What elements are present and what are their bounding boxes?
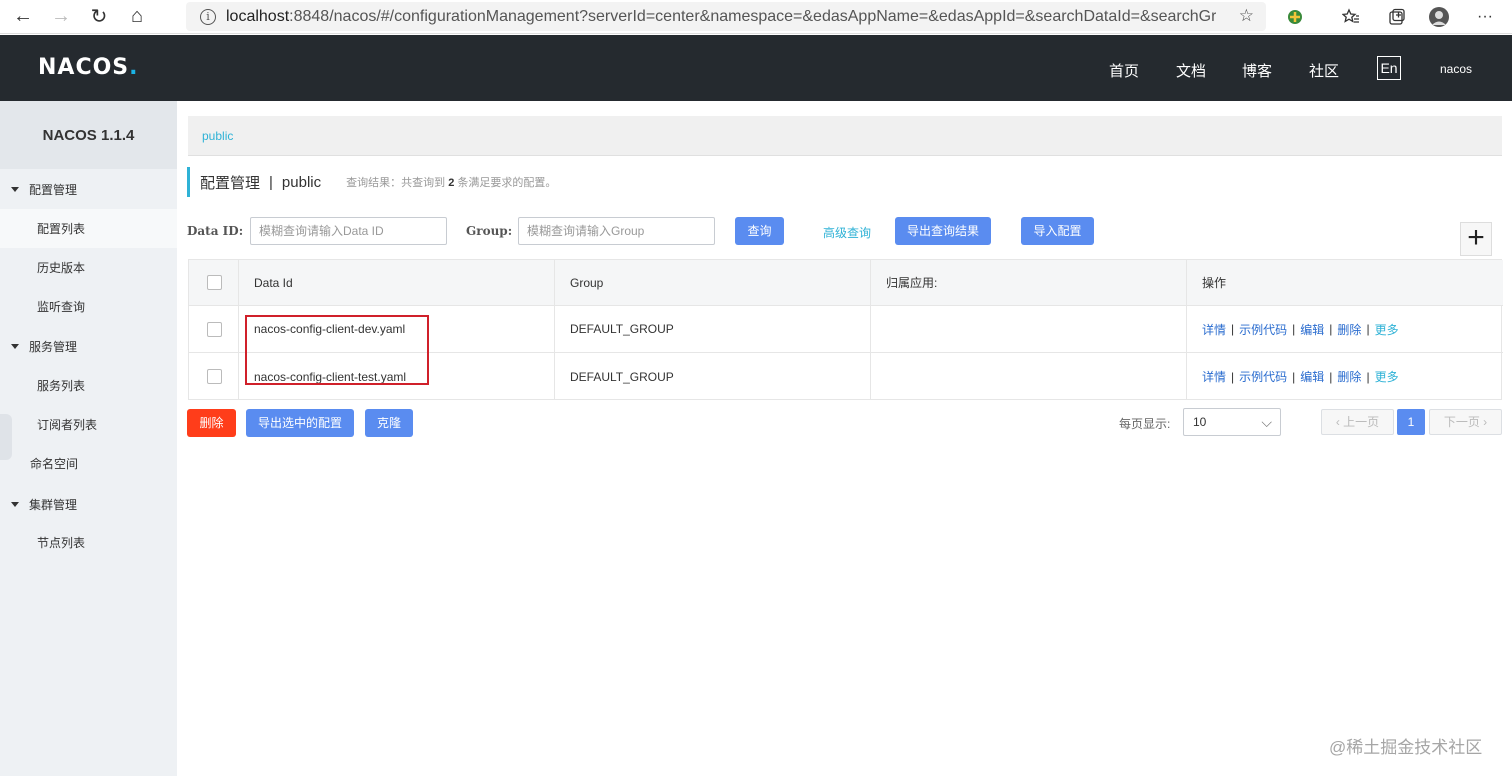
per-page-label: 每页显示: — [1119, 417, 1171, 431]
prev-page-button[interactable]: ‹ 上一页 — [1321, 409, 1394, 435]
annotation-highlight-box — [245, 315, 429, 385]
row-app — [871, 306, 1187, 352]
sidebar-group-config[interactable]: 配置管理 — [0, 169, 177, 209]
import-config-button[interactable]: 导入配置 — [1021, 217, 1094, 245]
group-label: Group: — [466, 224, 513, 238]
detail-link[interactable]: 详情 — [1202, 368, 1226, 385]
sidebar-item-nodes[interactable]: 节点列表 — [0, 523, 177, 562]
select-all-cell — [189, 260, 239, 305]
sidebar-collapse-handle[interactable] — [0, 414, 12, 460]
caret-down-icon — [11, 186, 19, 192]
dataid-search-input[interactable]: 模糊查询请输入Data ID — [250, 217, 447, 245]
collections-icon[interactable] — [1384, 3, 1410, 31]
home-icon[interactable]: ⌂ — [122, 2, 152, 32]
user-name[interactable]: nacos — [1440, 62, 1472, 76]
delete-link[interactable]: 删除 — [1337, 368, 1361, 385]
column-header-app: 归属应用: — [871, 260, 1187, 305]
separator: | — [1329, 322, 1333, 336]
favorites-list-icon[interactable] — [1338, 3, 1364, 31]
sidebar-item-listener[interactable]: 监听查询 — [0, 287, 177, 326]
sidebar-group-service[interactable]: 服务管理 — [0, 326, 177, 366]
per-page-select[interactable]: 10 ⌵ — [1183, 408, 1281, 436]
separator: | — [1366, 369, 1370, 384]
separator: | — [1292, 322, 1296, 336]
column-header-dataid: Data Id — [239, 260, 555, 305]
edit-link[interactable]: 编辑 — [1300, 368, 1324, 385]
nav-blog[interactable]: 博客 — [1242, 60, 1272, 81]
detail-link[interactable]: 详情 — [1202, 321, 1226, 338]
query-result-text: 查询结果：共查询到 2 条满足要求的配置。 — [346, 177, 557, 189]
group-search-input[interactable]: 模糊查询请输入Group — [518, 217, 715, 245]
chevron-right-icon: › — [1479, 415, 1488, 429]
column-header-group: Group — [555, 260, 871, 305]
refresh-icon[interactable]: ↻ — [84, 2, 114, 32]
sidebar-item-namespace[interactable]: 命名空间 — [0, 444, 177, 483]
language-toggle[interactable]: En — [1377, 56, 1401, 80]
table-header: Data Id Group 归属应用: 操作 — [189, 260, 1503, 306]
profile-avatar-icon[interactable] — [1426, 3, 1452, 31]
address-bar[interactable]: i localhost:8848/nacos/#/configurationMa… — [186, 2, 1266, 31]
sidebar-item-history[interactable]: 历史版本 — [0, 248, 177, 287]
row-select-cell — [189, 306, 239, 352]
caret-down-icon — [11, 343, 19, 349]
page-number-1[interactable]: 1 — [1397, 409, 1425, 435]
nav-home[interactable]: 首页 — [1109, 60, 1139, 81]
namespace-breadcrumb: public — [188, 116, 1502, 156]
url-text: localhost:8848/nacos/#/configurationMana… — [226, 7, 1216, 25]
dataid-label: Data ID: — [187, 224, 244, 238]
row-operations: 详情 | 示例代码 | 编辑 | 删除 | 更多 — [1187, 353, 1503, 400]
more-link[interactable]: 更多 — [1375, 321, 1399, 338]
row-group: DEFAULT_GROUP — [555, 353, 871, 400]
row-checkbox[interactable] — [207, 321, 222, 337]
sample-code-link[interactable]: 示例代码 — [1239, 368, 1287, 385]
export-selected-button[interactable]: 导出选中的配置 — [246, 409, 354, 437]
nav-docs[interactable]: 文档 — [1176, 60, 1206, 81]
namespace-public-link[interactable]: public — [202, 129, 233, 143]
forward-icon[interactable]: → — [46, 2, 76, 32]
sidebar-item-config-list[interactable]: 配置列表 — [0, 209, 177, 248]
edit-link[interactable]: 编辑 — [1300, 321, 1324, 338]
row-checkbox[interactable] — [207, 369, 222, 384]
separator: | — [1329, 369, 1333, 384]
row-select-cell — [189, 353, 239, 400]
watermark-text: @稀土掘金技术社区 — [1329, 738, 1483, 757]
delete-link[interactable]: 删除 — [1337, 321, 1361, 338]
column-header-ops: 操作 — [1202, 276, 1227, 290]
page-title: 配置管理 | public 查询结果：共查询到 2 条满足要求的配置。 — [187, 167, 556, 197]
separator: | — [1231, 322, 1235, 336]
next-page-button[interactable]: 下一页 › — [1429, 409, 1502, 435]
separator: | — [1292, 369, 1296, 384]
sidebar-item-service-list[interactable]: 服务列表 — [0, 366, 177, 405]
row-operations: 详情 | 示例代码 | 编辑 | 删除 | 更多 — [1187, 306, 1503, 352]
sidebar-group-cluster[interactable]: 集群管理 — [0, 484, 177, 524]
nacos-logo[interactable]: NACOS. — [38, 55, 139, 80]
clone-button[interactable]: 克隆 — [365, 409, 413, 437]
separator: | — [1366, 322, 1370, 336]
nav-community[interactable]: 社区 — [1309, 60, 1339, 81]
back-icon[interactable]: ← — [8, 2, 38, 32]
info-icon[interactable]: i — [200, 8, 216, 25]
sidebar-item-subscribers[interactable]: 订阅者列表 — [0, 405, 177, 444]
sidebar: NACOS 1.1.4 配置管理 配置列表 历史版本 监听查询 服务管理 服务列… — [0, 101, 177, 776]
sidebar-title: NACOS 1.1.4 — [0, 101, 177, 169]
add-config-button[interactable]: + — [1460, 222, 1492, 256]
favorite-star-icon[interactable]: ☆ — [1239, 6, 1254, 26]
chevron-down-icon: ⌵ — [1261, 414, 1272, 430]
export-results-button[interactable]: 导出查询结果 — [895, 217, 991, 245]
advanced-query-link[interactable]: 高级查询 — [823, 224, 871, 241]
app-header: NACOS. 首页 文档 博客 社区 En nacos — [0, 35, 1512, 101]
select-all-checkbox[interactable] — [207, 275, 222, 290]
extension-icon[interactable] — [1282, 3, 1308, 31]
browser-menu-icon[interactable]: ··· — [1472, 3, 1498, 31]
row-app — [871, 353, 1187, 400]
delete-selected-button[interactable]: 删除 — [187, 409, 236, 437]
separator: | — [1231, 369, 1235, 384]
query-button[interactable]: 查询 — [735, 217, 784, 245]
more-link[interactable]: 更多 — [1375, 368, 1399, 385]
sample-code-link[interactable]: 示例代码 — [1239, 321, 1287, 338]
caret-down-icon — [11, 501, 19, 507]
row-group: DEFAULT_GROUP — [555, 306, 871, 352]
